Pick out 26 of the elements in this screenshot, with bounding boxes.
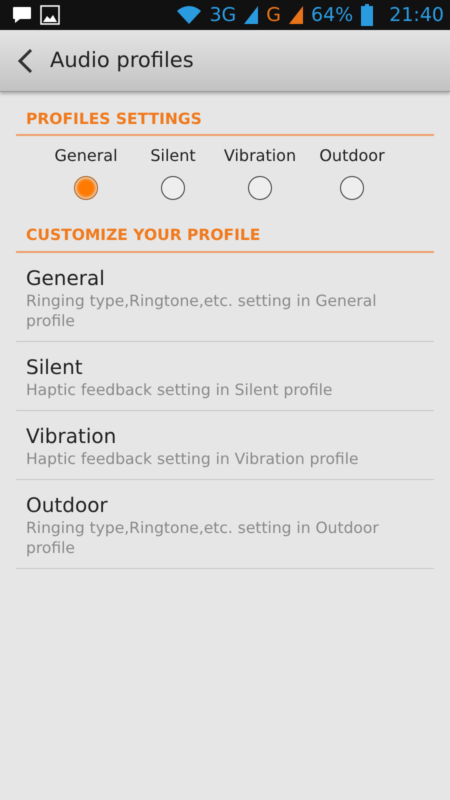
network-type: 3G [209, 2, 236, 28]
radio-button[interactable] [74, 176, 98, 200]
battery-percent: 64% [311, 2, 354, 28]
network-type: G [266, 2, 281, 28]
clock: 21:40 [389, 2, 444, 28]
wifi-icon [177, 6, 202, 24]
section-header: PROFILES SETTINGS [16, 100, 434, 136]
list-item[interactable]: Vibration Haptic feedback setting in Vibration profile [16, 410, 434, 480]
signal-icon [244, 6, 258, 24]
list-item[interactable]: Outdoor Ringing type,Ringtone,etc. setting in Outdoor profile [16, 480, 434, 570]
radio-label: Vibration [224, 145, 296, 168]
radio-label: Outdoor [319, 145, 385, 168]
list-item[interactable]: General Ringing type,Ringtone,etc. setting in General profile [16, 252, 434, 342]
list-item[interactable]: Silent Haptic feedback setting in Silent profile [16, 342, 434, 411]
radio-label: Silent [150, 145, 196, 168]
radio-button[interactable] [340, 176, 364, 200]
signal-icon [289, 6, 303, 24]
back-icon[interactable] [16, 48, 34, 74]
screen-title: Audio profiles [50, 46, 194, 74]
section-header: CUSTOMIZE YOUR PROFILE [16, 216, 434, 252]
chat-icon [12, 6, 32, 24]
battery-icon [361, 4, 374, 26]
radio-button[interactable] [248, 176, 272, 200]
image-icon [40, 5, 60, 25]
radio-label: General [54, 145, 118, 168]
radio-button[interactable] [161, 176, 185, 200]
